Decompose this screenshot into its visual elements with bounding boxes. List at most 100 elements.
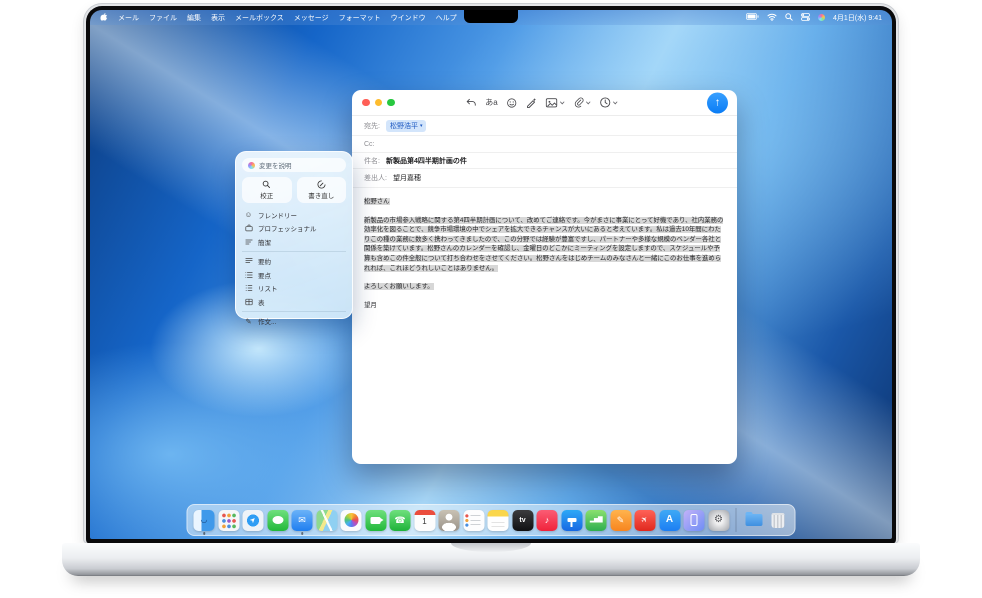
key-points-icon bbox=[244, 271, 253, 279]
emoji-button[interactable] bbox=[507, 98, 517, 108]
list-icon bbox=[244, 284, 253, 292]
dock-messages-icon[interactable] bbox=[267, 510, 288, 531]
apple-menu-icon[interactable] bbox=[100, 13, 108, 22]
dock-notes-icon[interactable] bbox=[488, 510, 509, 531]
summary-icon bbox=[244, 257, 253, 265]
dock-iphone-mirroring-icon[interactable] bbox=[684, 510, 705, 531]
spotlight-search-icon[interactable] bbox=[785, 13, 793, 23]
body-greeting: 松野さん bbox=[364, 198, 390, 205]
dock: ◡ ➤ ✉ ☎ 1 tv ♪ ▂▅▇ ✎ ✈ A bbox=[187, 504, 796, 536]
key-points-item[interactable]: 要点 bbox=[242, 268, 346, 282]
dock-music-icon[interactable]: ♪ bbox=[537, 510, 558, 531]
menu-divider bbox=[242, 251, 346, 252]
list-item-option[interactable]: リスト bbox=[242, 282, 346, 296]
writing-tools-buttons: 校正 書き直し bbox=[242, 177, 346, 203]
describe-change-input[interactable]: 変更を説明 bbox=[242, 158, 346, 172]
tone-concise-item[interactable]: 簡潔 bbox=[242, 235, 346, 249]
writing-tools-button[interactable] bbox=[526, 97, 537, 108]
lid-scoop bbox=[451, 543, 531, 552]
menu-mail[interactable]: メール bbox=[118, 13, 139, 23]
writing-tools-menu: ☺ フレンドリー プロフェッショナル 簡潔 bbox=[242, 208, 346, 328]
dock-photos-icon[interactable] bbox=[341, 510, 362, 531]
dock-reminders-icon[interactable] bbox=[463, 510, 484, 531]
dock-appstore-icon[interactable]: A bbox=[659, 510, 680, 531]
compose-pencil-icon: ✎ bbox=[244, 317, 253, 326]
wifi-icon[interactable] bbox=[767, 13, 777, 23]
dock-contacts-icon[interactable] bbox=[439, 510, 460, 531]
dock-numbers-icon[interactable]: ▂▅▇ bbox=[586, 510, 607, 531]
rewrite-button[interactable]: 書き直し bbox=[297, 177, 347, 203]
token-chevron-icon: ▾ bbox=[420, 123, 423, 129]
dock-divider bbox=[736, 508, 737, 532]
menu-bar-left: メール ファイル 編集 表示 メールボックス メッセージ フォーマット ウインド… bbox=[100, 13, 457, 23]
dock-safari-icon[interactable]: ➤ bbox=[243, 510, 264, 531]
dock-trash-icon[interactable] bbox=[768, 510, 789, 531]
table-label: 表 bbox=[258, 297, 265, 307]
to-recipient-token[interactable]: 松野浩平 ▾ bbox=[386, 120, 427, 132]
dock-facetime-icon[interactable] bbox=[365, 510, 386, 531]
concise-lines-icon bbox=[244, 238, 253, 246]
dock-launchpad-icon[interactable] bbox=[218, 510, 239, 531]
dock-pages-icon[interactable]: ✎ bbox=[610, 510, 631, 531]
dock-tv-icon[interactable]: tv bbox=[512, 510, 533, 531]
message-body[interactable]: 松野さん 新製品の市場参入戦略に関する第4四半期計画について、改めてご連絡です。… bbox=[352, 188, 737, 310]
rewrite-pencil-icon bbox=[317, 180, 326, 189]
key-points-label: 要点 bbox=[258, 270, 271, 280]
battery-icon[interactable] bbox=[746, 13, 759, 22]
proofread-magnifier-icon bbox=[262, 180, 271, 189]
describe-change-placeholder: 変更を説明 bbox=[259, 160, 292, 170]
cc-field[interactable]: Cc: bbox=[352, 136, 737, 153]
menu-bar-clock[interactable]: 4月1日(水) 9:41 bbox=[833, 13, 882, 23]
dock-phone-icon[interactable]: ☎ bbox=[390, 510, 411, 531]
table-item[interactable]: 表 bbox=[242, 295, 346, 309]
tone-professional-item[interactable]: プロフェッショナル bbox=[242, 222, 346, 236]
minimize-button[interactable] bbox=[375, 99, 383, 107]
photo-browser-button[interactable] bbox=[546, 98, 565, 108]
from-field[interactable]: 差出人: 望月嘉穂 bbox=[352, 169, 737, 188]
menu-window[interactable]: ウインドウ bbox=[391, 13, 426, 23]
zoom-button[interactable] bbox=[387, 99, 395, 107]
dock-maps-icon[interactable] bbox=[316, 510, 337, 531]
from-label: 差出人: bbox=[364, 173, 387, 183]
send-button[interactable]: ↑ bbox=[707, 92, 728, 113]
dock-games-icon[interactable]: ✈ bbox=[635, 510, 656, 531]
dock-settings-icon[interactable]: ⚙ bbox=[708, 510, 729, 531]
chevron-down-icon bbox=[560, 101, 565, 105]
subject-value: 新製品第4四半期計画の件 bbox=[386, 156, 467, 166]
window-title-bar[interactable]: あa bbox=[352, 90, 737, 116]
menu-message[interactable]: メッセージ bbox=[294, 13, 329, 23]
summary-item[interactable]: 要約 bbox=[242, 255, 346, 269]
control-center-icon[interactable] bbox=[801, 13, 810, 23]
to-label: 宛先: bbox=[364, 121, 380, 131]
subject-field[interactable]: 件名: 新製品第4四半期計画の件 bbox=[352, 153, 737, 169]
menu-file[interactable]: ファイル bbox=[149, 13, 177, 23]
dock-mail-icon[interactable]: ✉ bbox=[292, 510, 313, 531]
compose-item[interactable]: ✎ 作文... bbox=[242, 315, 346, 329]
rewrite-label: 書き直し bbox=[308, 190, 334, 200]
dock-keynote-icon[interactable] bbox=[561, 510, 582, 531]
menu-edit[interactable]: 編集 bbox=[187, 13, 201, 23]
close-button[interactable] bbox=[362, 99, 370, 107]
menu-mailbox[interactable]: メールボックス bbox=[235, 13, 284, 23]
chevron-down-icon bbox=[586, 101, 591, 105]
menu-view[interactable]: 表示 bbox=[211, 13, 225, 23]
text-format-button[interactable]: あa bbox=[485, 99, 497, 107]
menu-help[interactable]: ヘルプ bbox=[436, 13, 457, 23]
body-closing: よろしくお願いします。 bbox=[364, 283, 434, 290]
dock-downloads-folder-icon[interactable] bbox=[743, 510, 764, 531]
proofread-button[interactable]: 校正 bbox=[242, 177, 292, 203]
tone-friendly-item[interactable]: ☺ フレンドリー bbox=[242, 208, 346, 222]
siri-apple-intelligence-icon[interactable] bbox=[818, 14, 825, 21]
mail-compose-window: あa bbox=[352, 90, 737, 464]
send-later-button[interactable] bbox=[600, 97, 618, 108]
to-field[interactable]: 宛先: 松野浩平 ▾ bbox=[352, 116, 737, 136]
chevron-down-icon bbox=[613, 101, 618, 105]
attach-button[interactable] bbox=[574, 97, 591, 108]
macbook-lid: メール ファイル 編集 表示 メールボックス メッセージ フォーマット ウインド… bbox=[84, 4, 898, 543]
undo-button[interactable] bbox=[465, 98, 476, 107]
menu-format[interactable]: フォーマット bbox=[339, 13, 381, 23]
camera-notch bbox=[464, 10, 518, 23]
from-value: 望月嘉穂 bbox=[393, 173, 421, 183]
dock-calendar-icon[interactable]: 1 bbox=[414, 510, 435, 531]
dock-finder-icon[interactable]: ◡ bbox=[194, 510, 215, 531]
